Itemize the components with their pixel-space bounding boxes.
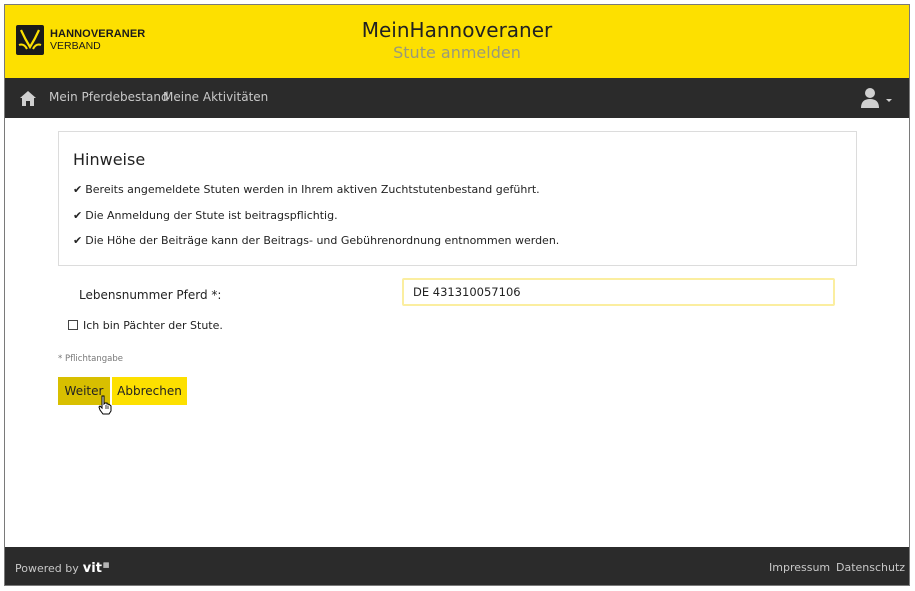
nav-link-aktivitaeten[interactable]: Meine Aktivitäten — [163, 90, 268, 104]
hint-item: ✔ Bereits angemeldete Stuten werden in Ih… — [73, 183, 540, 196]
footer-bar: Powered by vit▦ Impressum Datenschutz — [5, 547, 909, 585]
paechter-checkbox-label[interactable]: Ich bin Pächter der Stute. — [83, 319, 223, 332]
powered-by-text: Powered by — [15, 562, 79, 575]
required-note: * Pflichtangabe — [58, 354, 124, 364]
footer-link-datenschutz[interactable]: Datenschutz — [836, 561, 905, 574]
checkmark-icon: ✔ — [73, 183, 83, 196]
vit-logo: vit — [82, 561, 102, 576]
hints-title: Hinweise — [73, 150, 146, 169]
app-window: HANNOVERANER VERBAND MeinHannoveraner St… — [4, 4, 910, 586]
hint-text: Die Höhe der Beiträge kann der Beitrags-… — [85, 234, 560, 247]
home-icon[interactable] — [19, 90, 37, 107]
page-subtitle: Stute anmelden — [393, 43, 521, 62]
hint-item: ✔ Die Anmeldung der Stute ist beitragspfl… — [73, 209, 338, 222]
powered-by: Powered by vit▦ — [15, 561, 110, 576]
navbar: Mein Pferdebestand Meine Aktivitäten — [5, 78, 909, 118]
abbrechen-button[interactable]: Abbrechen — [112, 377, 187, 405]
user-menu-button[interactable] — [860, 87, 896, 109]
app-title: MeinHannoveraner — [361, 18, 553, 42]
checkmark-icon: ✔ — [73, 234, 83, 247]
hints-panel: Hinweise ✔ Bereits angemeldete Stuten wer… — [58, 131, 857, 266]
nav-link-pferdebestand[interactable]: Mein Pferdebestand — [49, 90, 169, 104]
paechter-checkbox[interactable] — [68, 320, 78, 330]
weiter-button[interactable]: Weiter — [58, 377, 110, 405]
hint-item: ✔ Die Höhe der Beiträge kann der Beitrags… — [73, 234, 559, 247]
lebensnummer-label: Lebensnummer Pferd *: — [79, 288, 222, 302]
checkmark-icon: ✔ — [73, 209, 83, 222]
user-icon — [861, 88, 892, 108]
header-bar: HANNOVERANER VERBAND MeinHannoveraner St… — [5, 5, 909, 78]
footer-link-impressum[interactable]: Impressum — [769, 561, 830, 574]
hint-text: Die Anmeldung der Stute ist beitragspfli… — [85, 209, 338, 222]
lebensnummer-input[interactable] — [402, 278, 835, 306]
vit-logo-icon: ▦ — [102, 561, 110, 569]
hint-text: Bereits angemeldete Stuten werden in Ihr… — [85, 183, 540, 196]
